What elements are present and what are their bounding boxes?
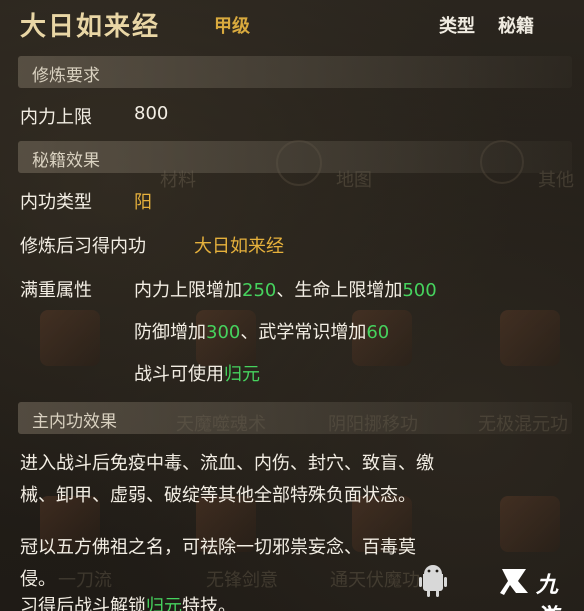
requirement-stat-label: 内力上限 xyxy=(20,107,92,128)
attr-value: 250 xyxy=(242,280,277,301)
internal-type-value: 阳 xyxy=(134,192,152,213)
attr-text: 、生命上限增加 xyxy=(276,280,403,301)
main-effect-description: 进入战斗后免疫中毒、流血、内伤、封穴、致盲、缴 械、卸甲、虚弱、破绽等其他全部特… xyxy=(20,448,565,512)
attr-value: 500 xyxy=(402,280,437,301)
item-detail-panel: 材料 地图 其他 天魔噬魂术 阴阳挪移功 无极混元功 一刀流 无锋剑意 通天伏魔… xyxy=(0,0,584,611)
learn-value: 大日如来经 xyxy=(194,236,284,257)
full-attr-line-1: 内力上限增加250、生命上限增加500 xyxy=(134,276,437,302)
full-attr-line-3: 战斗可使用归元 xyxy=(134,360,260,386)
item-type-label: 类型 xyxy=(439,16,475,37)
attr-text: 战斗可使用 xyxy=(134,364,224,385)
item-title: 大日如来经 xyxy=(20,12,161,42)
bg-item-icon xyxy=(500,310,560,366)
bg-item-icon xyxy=(40,310,100,366)
site-watermark: 九游 xyxy=(418,561,578,611)
section-requirements-title: 修炼要求 xyxy=(32,66,100,86)
attr-text: 防御增加 xyxy=(134,322,206,343)
unlock-text-part: 特技。 xyxy=(182,596,236,611)
section-effects: 秘籍效果 xyxy=(18,141,572,173)
description-line: 进入战斗后免疫中毒、流血、内伤、封穴、致盲、缴 xyxy=(20,453,434,474)
internal-type-label: 内功类型 xyxy=(20,192,92,213)
item-grade: 甲级 xyxy=(214,16,250,37)
flavor-line: 冠以五方佛祖之名，可祛除一切邪祟妄念、百毒莫 xyxy=(20,537,416,558)
android-icon xyxy=(419,565,447,597)
attr-value: 60 xyxy=(366,322,390,343)
skill-link: 归元 xyxy=(224,364,260,385)
section-effects-title: 秘籍效果 xyxy=(32,151,100,171)
section-main-effect: 主内功效果 xyxy=(18,402,572,434)
skill-link: 归元 xyxy=(146,596,182,611)
attr-value: 300 xyxy=(206,322,241,343)
description-line: 械、卸甲、虚弱、破绽等其他全部特殊负面状态。 xyxy=(20,485,416,506)
unlock-text-part: 习得后战斗解锁 xyxy=(20,596,146,611)
section-main-effect-title: 主内功效果 xyxy=(32,412,117,432)
learn-label: 修炼后习得内功 xyxy=(20,236,146,257)
attr-text: 、武学常识增加 xyxy=(240,322,367,343)
full-attr-label: 满重属性 xyxy=(20,280,92,301)
unlock-text: 习得后战斗解锁归元特技。 xyxy=(20,592,236,611)
item-type-value: 秘籍 xyxy=(498,16,534,37)
requirement-stat-value: 800 xyxy=(134,103,169,124)
full-attr-line-2: 防御增加300、武学常识增加60 xyxy=(134,318,389,344)
section-requirements: 修炼要求 xyxy=(18,56,572,88)
watermark-text: 九游 xyxy=(536,573,559,611)
nine-game-logo-icon xyxy=(500,569,528,595)
attr-text: 内力上限增加 xyxy=(134,280,242,301)
